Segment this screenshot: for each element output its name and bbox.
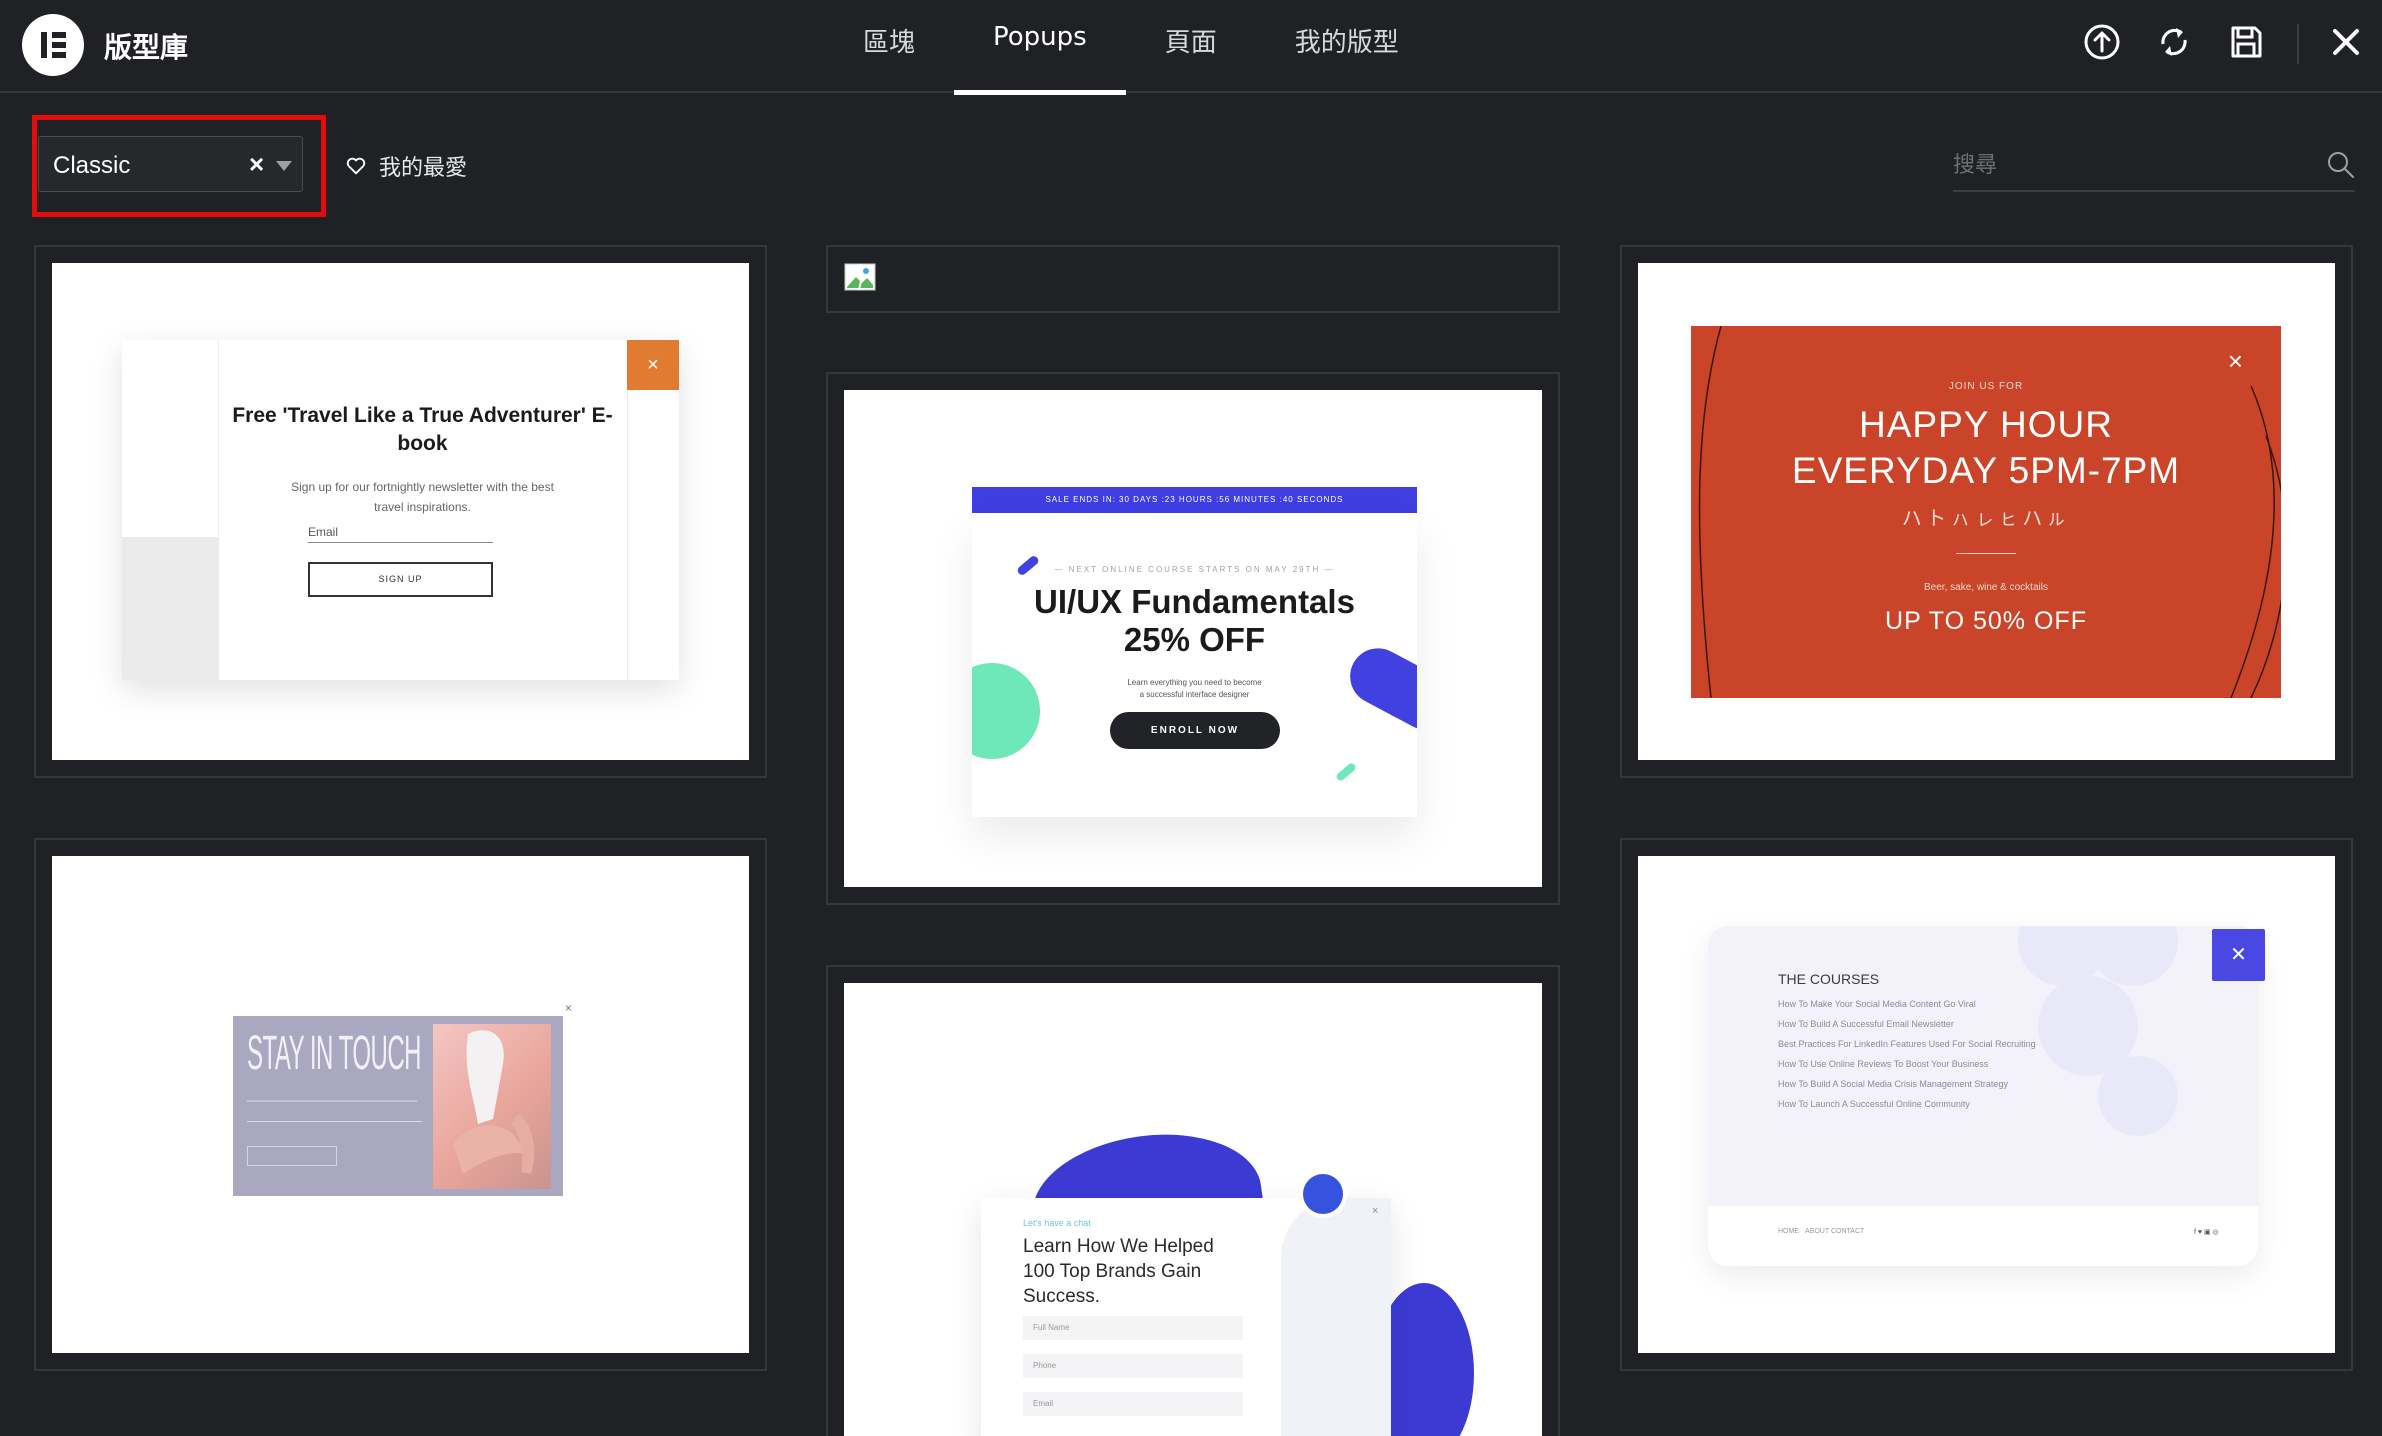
preview-list-item: How To Use Online Reviews To Boost Your … [1778, 1059, 1989, 1069]
preview-title: Free 'Travel Like a True Adventurer' E-b… [232, 404, 613, 455]
preview-subtitle-line: Learn everything you need to become [1127, 678, 1262, 687]
popup-preview: × Free 'Travel Like a True Adventurer' E… [122, 340, 679, 680]
tab-popups[interactable]: Popups [954, 0, 1126, 95]
header-divider [2297, 24, 2299, 64]
sync-icon[interactable] [2154, 22, 2194, 62]
preview-title: THE COURSES [1778, 971, 1880, 987]
preview-field: Phone [1023, 1354, 1243, 1378]
preview-title-line: Success. [1023, 1286, 1101, 1307]
popup-preview: × Let's have a chat Learn How We Helped … [981, 1198, 1391, 1436]
library-header: 版型庫 區塊 Popups 頁面 我的版型 [0, 0, 2382, 95]
template-card-lets-have-a-chat[interactable]: × Let's have a chat Learn How We Helped … [826, 965, 1560, 1436]
preview-title-line: 25% OFF [1123, 621, 1266, 658]
preview-photo [433, 1024, 551, 1189]
broken-image-icon [844, 263, 876, 291]
template-card-the-courses[interactable]: THE COURSES How To Make Your Social Medi… [1620, 838, 2353, 1371]
close-icon: × [2227, 346, 2243, 376]
preview-kicker: JOIN US FOR [1948, 381, 2024, 392]
preview-title-line: HAPPY HOUR [1859, 404, 2113, 445]
preview-title-line: 100 Top Brands Gain [1023, 1261, 1202, 1282]
template-preview: × Let's have a chat Learn How We Helped … [844, 983, 1542, 1436]
preview-list-item: How To Build A Social Media Crisis Manag… [1778, 1079, 2008, 1089]
favorites-label: 我的最愛 [379, 156, 468, 181]
close-icon[interactable] [2326, 22, 2366, 62]
preview-countdown-banner: SALE ENDS IN: 30 DAYS :23 HOURS :56 MINU… [972, 487, 1417, 513]
search-box [1953, 140, 2355, 192]
preview-subtitle: Beer, sake, wine & cocktails [1924, 582, 2048, 593]
heart-icon [346, 157, 366, 175]
preview-title-line: EVERYDAY 5PM-7PM [1791, 450, 2181, 491]
preview-script-text: ハトㇵㇾㇶハㇽ [1901, 506, 2071, 530]
filter-selected-value: Classic [53, 152, 131, 179]
tab-my-templates[interactable]: 我的版型 [1256, 0, 1438, 93]
favorites-toggle[interactable]: 我的最愛 [345, 150, 467, 182]
close-icon: × [1372, 1205, 1379, 1217]
template-preview: × Free 'Travel Like a True Adventurer' E… [52, 263, 749, 760]
preview-title: HAPPY HOUR EVERYDAY 5PM-7PM [1691, 402, 2281, 494]
save-icon[interactable] [2226, 22, 2266, 62]
preview-title: STAY IN TOUCH [247, 1027, 421, 1080]
preview-list-item: How To Make Your Social Media Content Go… [1778, 999, 1976, 1009]
category-tabs: 區塊 Popups 頁面 我的版型 [824, 0, 1438, 95]
template-card-travel-ebook[interactable]: × Free 'Travel Like a True Adventurer' E… [34, 245, 767, 778]
template-card-uiux-course[interactable]: SALE ENDS IN: 30 DAYS :23 HOURS :56 MINU… [826, 372, 1560, 905]
preview-list-item: How To Launch A Successful Online Commun… [1778, 1099, 1970, 1109]
preview-title-line: UI/UX Fundamentals [1034, 583, 1355, 620]
template-preview: SALE ENDS IN: 30 DAYS :23 HOURS :56 MINU… [844, 390, 1542, 887]
preview-social-icons: f ♥ ▣ ◎ [2194, 1229, 2219, 1236]
template-card-stay-in-touch[interactable]: STAY IN TOUCH × [34, 838, 767, 1371]
preview-list-item: How To Build A Successful Email Newslett… [1778, 1019, 1954, 1029]
close-icon: × [565, 1001, 573, 1015]
preview-field: Full Name [1023, 1316, 1243, 1340]
search-icon[interactable] [2326, 150, 2356, 180]
close-icon: ✕ [2212, 929, 2265, 981]
preview-subtitle-line: a successful interface designer [1139, 690, 1250, 699]
preview-button: SIGN UP [308, 562, 493, 597]
preview-title: UI/UX Fundamentals 25% OFF [972, 583, 1417, 659]
preview-footer-link: CONTACT [1831, 1228, 1865, 1235]
preview-subtitle: Sign up for our fortnightly newsletter w… [291, 480, 554, 514]
category-filter-select[interactable]: Classic × [38, 136, 303, 192]
upload-icon[interactable] [2082, 22, 2122, 62]
template-preview: STAY IN TOUCH × [52, 856, 749, 1353]
popup-preview: THE COURSES How To Make Your Social Medi… [1708, 926, 2258, 1266]
clear-filter-button[interactable]: × [249, 149, 264, 180]
preview-title-line: Learn How We Helped [1023, 1236, 1214, 1257]
preview-kicker: — NEXT ONLINE COURSE STARTS ON MAY 29TH … [1054, 565, 1335, 574]
elementor-logo-icon [22, 14, 84, 76]
preview-title: Learn How We Helped 100 Top Brands Gain … [1023, 1234, 1214, 1309]
template-card-broken-image[interactable] [826, 245, 1560, 313]
chevron-down-icon[interactable] [276, 161, 292, 171]
template-preview: × JOIN US FOR HAPPY HOUR EVERYDAY 5PM-7P… [1638, 263, 2335, 760]
tab-blocks[interactable]: 區塊 [824, 0, 954, 93]
popup-preview: STAY IN TOUCH [233, 1016, 563, 1196]
popup-preview: — NEXT ONLINE COURSE STARTS ON MAY 29TH … [972, 513, 1417, 817]
preview-footer-link: HOME [1778, 1228, 1799, 1235]
search-input[interactable] [1953, 148, 2293, 182]
preview-kicker: Let's have a chat [1023, 1218, 1091, 1228]
preview-list-item: Best Practices For LinkedIn Features Use… [1778, 1039, 2036, 1049]
template-preview: THE COURSES How To Make Your Social Medi… [1638, 856, 2335, 1353]
preview-offer: UP TO 50% OFF [1885, 607, 2087, 635]
preview-field: Email [1023, 1392, 1243, 1416]
close-icon: × [627, 340, 679, 390]
preview-subtitle: Learn everything you need to become a su… [972, 677, 1417, 701]
preview-field: Email [308, 525, 493, 543]
template-card-happy-hour[interactable]: × JOIN US FOR HAPPY HOUR EVERYDAY 5PM-7P… [1620, 245, 2353, 778]
popup-preview: × JOIN US FOR HAPPY HOUR EVERYDAY 5PM-7P… [1691, 326, 2281, 698]
preview-button: ENROLL NOW [1110, 712, 1280, 749]
library-title: 版型庫 [104, 31, 189, 64]
preview-footer-link: ABOUT [1805, 1228, 1830, 1235]
preview-footer: HOME ABOUT CONTACT f ♥ ▣ ◎ [1708, 1206, 2258, 1266]
tab-pages[interactable]: 頁面 [1126, 0, 1256, 93]
